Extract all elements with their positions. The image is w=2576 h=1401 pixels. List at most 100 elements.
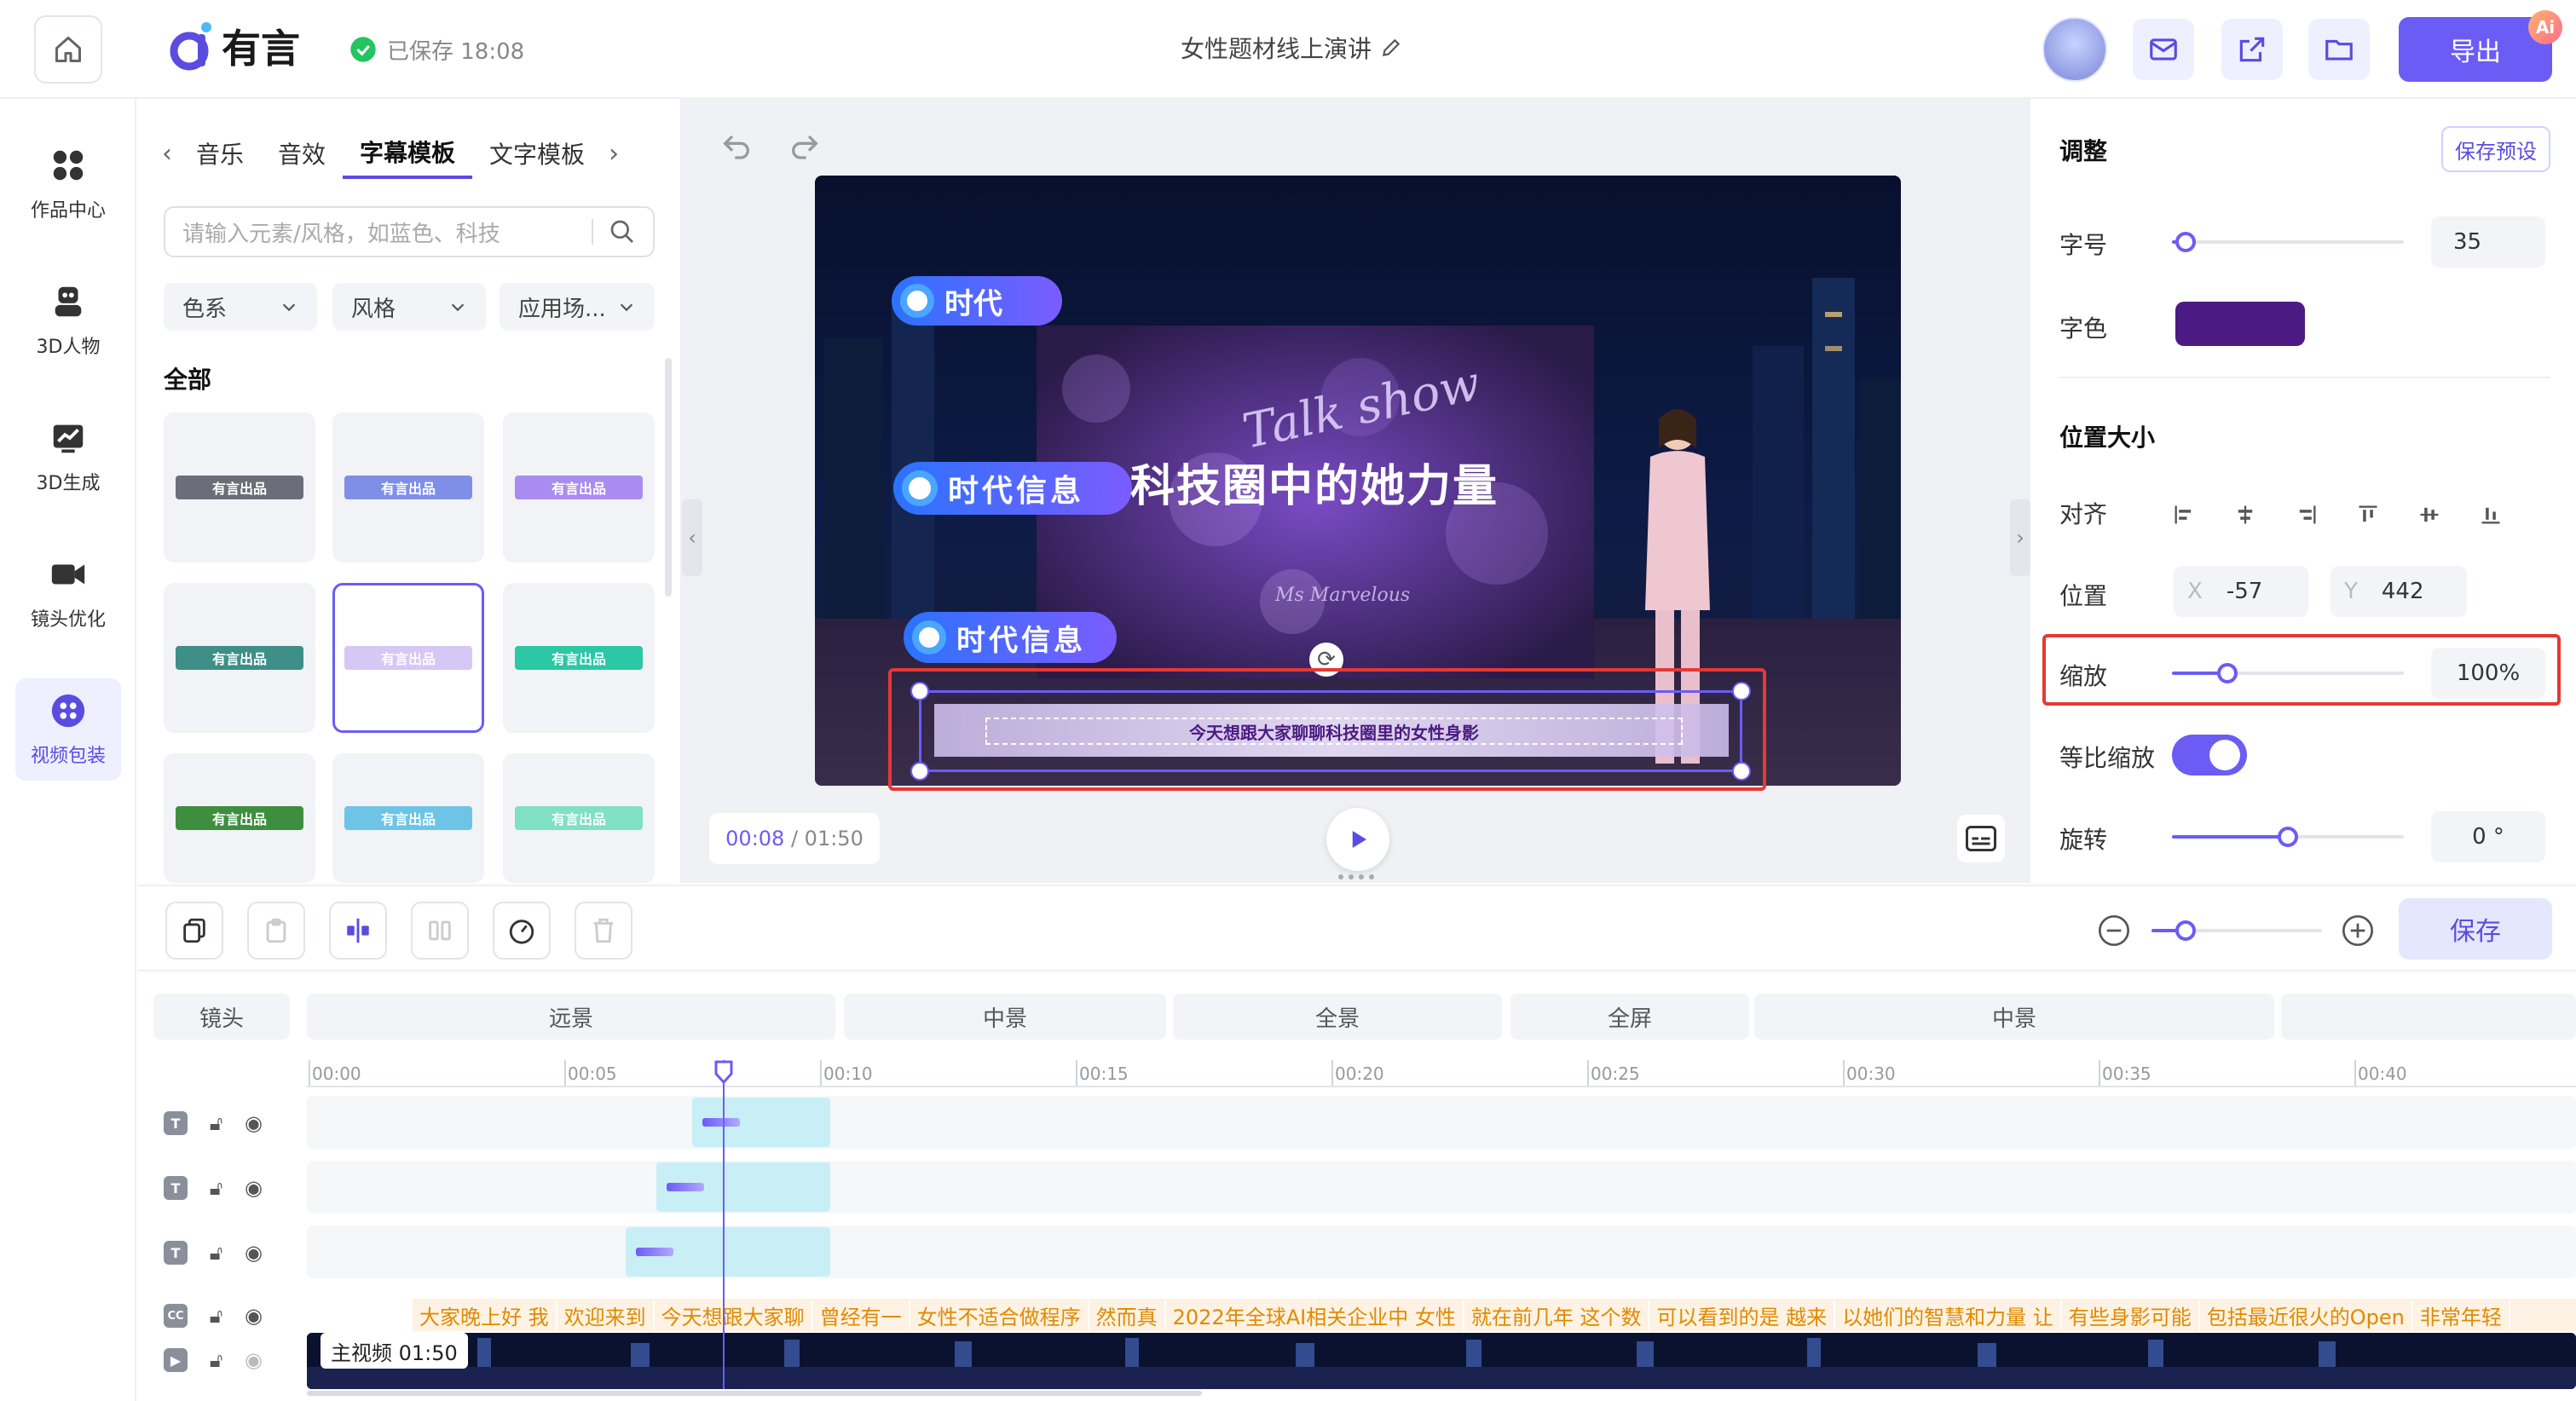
align-bottom-icon[interactable] [2475,499,2506,530]
user-avatar[interactable] [2042,17,2107,82]
zoom-in-icon[interactable] [2341,914,2375,948]
filter-scene[interactable]: 应用场... [500,283,655,331]
shot-segment[interactable]: 远景 [307,994,835,1040]
template-tile[interactable]: 有言出品 [164,412,315,562]
timeline-clip[interactable] [626,1227,830,1277]
tab-text-template[interactable]: 文字模板 [472,128,602,179]
headline-text[interactable]: 科技圈中的她力量 [1130,450,1499,514]
paste-button[interactable] [247,902,305,960]
nav-item-camera-optimize[interactable]: 镜头优化 [15,542,121,644]
lock-icon[interactable]: 🔓︎ [210,1348,223,1372]
align-right-icon[interactable] [2291,499,2322,530]
nav-item-video-package[interactable]: 视频包装 [15,678,121,781]
subtitle-clip[interactable]: 以她们的智慧和力量 让 [1835,1300,2062,1330]
shot-segment[interactable]: 中景 [844,994,1166,1040]
nav-item-works[interactable]: 作品中心 [15,133,121,235]
eye-icon[interactable]: ◉ [245,1111,263,1135]
text-track[interactable] [307,1096,2576,1149]
align-center-v-icon[interactable] [2414,499,2445,530]
subtitle-clip[interactable]: 曾经有一 [813,1300,910,1330]
left-collapse-handle[interactable]: ‹ [682,499,702,576]
font-size-slider[interactable] [2172,240,2404,244]
right-collapse-handle[interactable]: › [2010,499,2030,576]
timeline-clip[interactable] [692,1098,830,1147]
subtitle-toggle-button[interactable] [1957,815,2005,862]
timeline-scrollbar[interactable] [307,1391,1202,1396]
template-tile[interactable]: 有言出品 [503,412,655,562]
tab-sound-effect[interactable]: 音效 [261,128,343,179]
scale-input[interactable]: 100% [2431,648,2545,699]
template-tile[interactable]: 有言出品 [332,753,484,883]
save-preset-button[interactable]: 保存预设 [2441,126,2550,172]
subtitle-clip[interactable]: 有些身影可能 [2062,1300,2200,1330]
panel-scrollbar[interactable] [665,358,672,597]
shot-segment[interactable]: 全屏 [1510,994,1749,1040]
template-tile[interactable]: 有言出品 [332,583,484,733]
save-button[interactable]: 保存 [2399,898,2552,960]
ai-badge[interactable]: Ai [2528,10,2562,44]
delete-button[interactable] [575,902,632,960]
mirror-button[interactable] [411,902,469,960]
lock-icon[interactable]: 🔓︎ [210,1111,223,1135]
time-ruler[interactable] [307,1057,2576,1087]
document-title[interactable]: 女性题材线上演讲 [1108,29,1475,66]
main-video-track[interactable] [307,1333,2576,1389]
copy-button[interactable] [165,902,223,960]
speed-button[interactable] [493,902,551,960]
eye-icon[interactable]: ◉ [245,1304,263,1328]
message-button[interactable] [2133,19,2194,80]
align-center-h-icon[interactable] [2230,499,2261,530]
eye-icon[interactable]: ◉ [245,1176,263,1200]
nav-item-3d-person[interactable]: 3D人物 [15,269,121,372]
playhead-handle-icon[interactable] [714,1060,733,1084]
filter-style[interactable]: 风格 [332,283,486,331]
home-button[interactable] [34,15,102,84]
drag-handle[interactable] [1338,874,1378,881]
subtitle-clip[interactable]: 女性不适合做程序 [910,1300,1089,1330]
subtitle-clip[interactable]: 欢迎来到 [557,1300,655,1330]
lock-icon[interactable]: 🔓︎ [210,1304,223,1328]
tab-next-arrow[interactable]: › [602,139,619,169]
subtitle-clip[interactable]: 就在前几年 这个数 [1464,1300,1650,1330]
asset-search-input[interactable]: 请输入元素/风格，如蓝色、科技 [164,206,655,257]
subtitle-clip[interactable]: 今天想跟大家聊 [655,1300,813,1330]
lock-icon[interactable]: 🔓︎ [210,1241,223,1265]
nav-item-3d-generate[interactable]: 3D生成 [15,406,121,508]
timeline-clip[interactable] [656,1162,830,1212]
eye-icon[interactable]: ◉ [245,1241,263,1265]
tab-music[interactable]: 音乐 [179,128,261,179]
template-tile[interactable]: 有言出品 [164,583,315,733]
rotate-slider-knob[interactable] [2278,827,2298,847]
subtitle-clip[interactable]: 然而真 [1089,1300,1166,1330]
position-x-input[interactable]: X -57 [2174,566,2308,617]
font-size-input[interactable]: 35 [2431,216,2545,268]
template-tile[interactable]: 有言出品 [503,583,655,733]
edit-pencil-icon[interactable] [1380,37,1402,59]
shot-segment[interactable]: 全景 [1173,994,1502,1040]
template-tile[interactable]: 有言出品 [164,753,315,883]
undo-icon[interactable] [718,128,755,162]
split-button[interactable] [329,902,387,960]
align-top-icon[interactable] [2353,499,2383,530]
subtitle-track[interactable]: 大家晚上好 我欢迎来到 今天想跟大家聊 曾经有一 女性不适合做程序 然而真 2022年全球… [413,1299,2576,1331]
playhead[interactable] [723,1060,725,1389]
caption-tag-3[interactable]: 时代信息 [904,612,1117,663]
template-tile[interactable]: 有言出品 [332,412,484,562]
template-tile[interactable]: 有言出品 [503,753,655,883]
subtitle-clip[interactable]: 包括最近很火的Open [2200,1300,2413,1330]
folder-button[interactable] [2308,19,2370,80]
subtitle-clip[interactable]: 可以看到的是 越来 [1649,1300,1836,1330]
tab-subtitle-template[interactable]: 字幕模板 [343,128,473,179]
shot-segment[interactable]: 中景 [1754,994,2274,1040]
redo-icon[interactable] [786,128,823,162]
caption-tag-2[interactable]: 时代信息 [893,462,1132,515]
eye-icon[interactable]: ◉ [245,1348,263,1372]
share-button[interactable] [2221,19,2283,80]
subtitle-clip[interactable]: 大家晚上好 我 [413,1300,557,1330]
position-y-input[interactable]: Y 442 [2331,566,2467,617]
subtitle-clip[interactable]: 非常年轻 [2413,1300,2510,1330]
align-left-icon[interactable] [2169,499,2199,530]
zoom-out-icon[interactable] [2097,914,2131,948]
rotate-input[interactable]: 0 ° [2431,811,2545,862]
font-color-swatch[interactable] [2175,302,2305,346]
